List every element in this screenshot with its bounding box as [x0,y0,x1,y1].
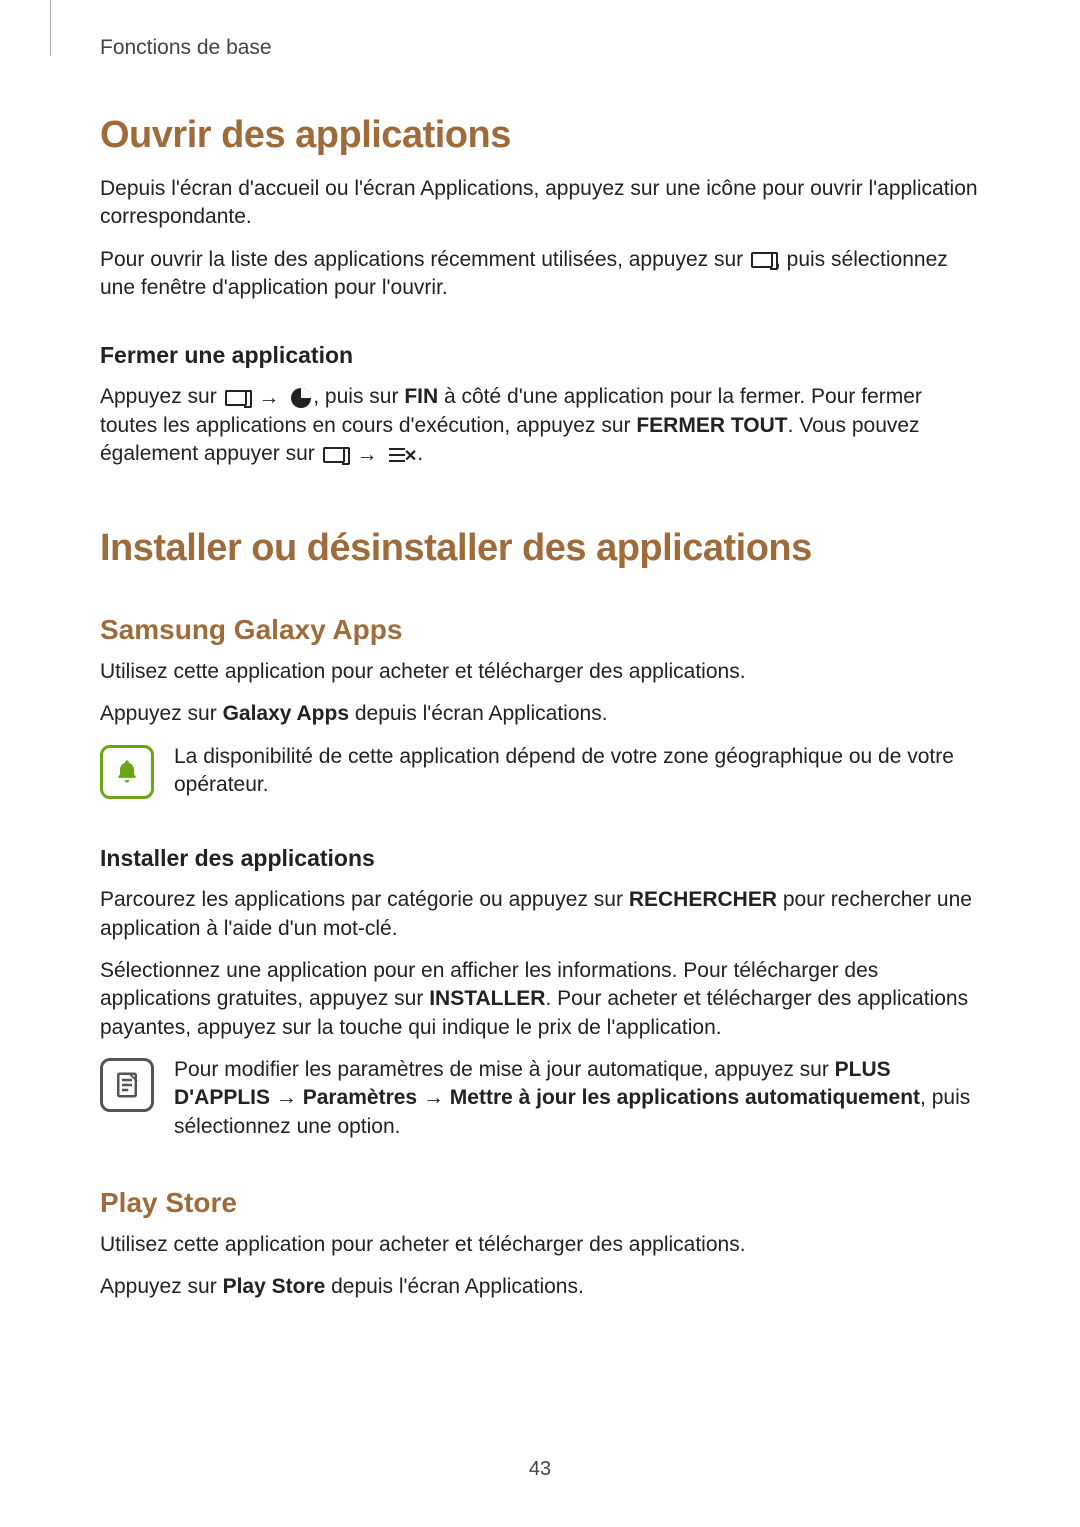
text-bold: INSTALLER [429,987,545,1010]
text-fragment: Pour ouvrir la liste des applications ré… [100,248,749,271]
body-text: Pour ouvrir la liste des applications ré… [100,246,980,303]
text-fragment: → [270,1086,303,1109]
text-fragment: Parcourez les applications par catégorie… [100,888,629,911]
text-bold: RECHERCHER [629,888,777,911]
body-text: Utilisez cette application pour acheter … [100,1231,980,1259]
close-all-icon: ✕ [389,446,415,464]
chapter-header: Fonctions de base [100,36,980,60]
text-bold: Galaxy Apps [223,702,349,725]
note-availability: La disponibilité de cette application dé… [100,743,980,806]
page-number: 43 [0,1458,1080,1481]
note-auto-update: Pour modifier les paramètres de mise à j… [100,1056,980,1147]
text-bold: Mettre à jour les applications automatiq… [450,1086,920,1109]
body-text: Appuyez sur → , puis sur FIN à côté d'un… [100,383,980,469]
heading-install-uninstall: Installer ou désinstaller des applicatio… [100,527,980,570]
text-bold: FIN [404,385,438,408]
note-bell-icon [100,745,154,799]
text-fragment: → [417,1086,450,1109]
text-fragment: depuis l'écran Applications. [349,702,608,725]
page-content: Fonctions de base Ouvrir des application… [0,0,1080,1302]
text-fragment: Appuyez sur [100,1275,223,1298]
body-text: Depuis l'écran d'accueil ou l'écran Appl… [100,175,980,232]
note-text: Pour modifier les paramètres de mise à j… [174,1056,980,1141]
text-fragment: , puis sur [313,385,404,408]
text-bold: Paramètres [303,1086,417,1109]
arrow-icon: → [356,441,377,469]
text-fragment: Pour modifier les paramètres de mise à j… [174,1058,835,1081]
heading-open-apps: Ouvrir des applications [100,114,980,157]
body-text: Appuyez sur Play Store depuis l'écran Ap… [100,1273,980,1301]
text-bold: FERMER TOUT [636,414,787,437]
body-text: Parcourez les applications par catégorie… [100,886,980,943]
heading-close-app: Fermer une application [100,342,980,369]
text-fragment: . [417,442,423,465]
heading-install-apps: Installer des applications [100,845,980,872]
body-text: Appuyez sur Galaxy Apps depuis l'écran A… [100,700,980,728]
text-fragment: Appuyez sur [100,385,223,408]
heading-galaxy-apps: Samsung Galaxy Apps [100,614,980,646]
recent-apps-icon [323,447,345,463]
task-manager-icon [291,388,311,408]
arrow-icon: → [258,384,279,412]
note-page-icon [100,1058,154,1112]
text-fragment: depuis l'écran Applications. [325,1275,584,1298]
body-text: Sélectionnez une application pour en aff… [100,957,980,1042]
recent-apps-icon [225,390,247,406]
note-text: La disponibilité de cette application dé… [174,743,980,800]
body-text: Utilisez cette application pour acheter … [100,658,980,686]
text-bold: Play Store [223,1275,326,1298]
heading-play-store: Play Store [100,1187,980,1219]
text-fragment: Appuyez sur [100,702,223,725]
recent-apps-icon [751,252,773,268]
margin-line [50,0,51,56]
